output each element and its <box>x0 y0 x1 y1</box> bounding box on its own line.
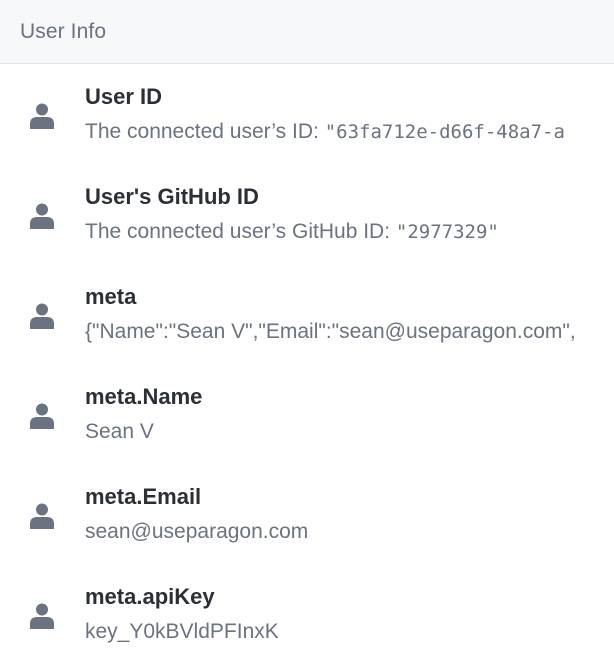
variable-name: meta <box>85 284 137 309</box>
user-icon <box>30 103 54 129</box>
variable-name: meta.Email <box>85 484 202 509</box>
user-info-list: User ID The connected user’s ID: "63fa71… <box>0 64 614 664</box>
variable-description: {"Name":"Sean V","Email":"sean@useparago… <box>85 320 576 343</box>
variable-description: The connected user’s ID: "63fa712e-d66f-… <box>85 120 565 144</box>
user-icon <box>30 203 54 229</box>
variable-description: The connected user’s GitHub ID: "2977329… <box>85 220 499 244</box>
variable-item-meta-apikey[interactable]: meta.apiKey key_Y0kBVldPFInxK <box>0 564 614 664</box>
variable-name: User's GitHub ID <box>85 184 259 209</box>
user-icon <box>30 303 54 329</box>
variable-name: User ID <box>85 84 163 109</box>
panel-header: User Info <box>0 0 614 64</box>
variable-item-github-id[interactable]: User's GitHub ID The connected user’s Gi… <box>0 164 614 264</box>
user-icon <box>30 503 54 529</box>
user-icon <box>30 403 54 429</box>
description-text: The connected user’s ID: <box>85 120 325 143</box>
variable-item-meta-email[interactable]: meta.Email sean@useparagon.com <box>0 464 614 564</box>
user-info-panel: User Info User ID The connected user’s I… <box>0 0 614 664</box>
variable-description: Sean V <box>85 420 154 443</box>
variable-description: key_Y0kBVldPFInxK <box>85 620 279 643</box>
variable-description: sean@useparagon.com <box>85 520 309 543</box>
variable-name: meta.apiKey <box>85 584 215 609</box>
description-value: "63fa712e-d66f-48a7-a <box>324 121 565 143</box>
variable-item-user-id[interactable]: User ID The connected user’s ID: "63fa71… <box>0 64 614 164</box>
variable-item-meta[interactable]: meta {"Name":"Sean V","Email":"sean@usep… <box>0 264 614 364</box>
description-value: "2977329" <box>395 221 499 243</box>
variable-item-meta-name[interactable]: meta.Name Sean V <box>0 364 614 464</box>
description-text: The connected user’s GitHub ID: <box>85 220 396 243</box>
panel-title: User Info <box>20 19 107 43</box>
variable-name: meta.Name <box>85 384 203 409</box>
user-icon <box>30 603 54 629</box>
